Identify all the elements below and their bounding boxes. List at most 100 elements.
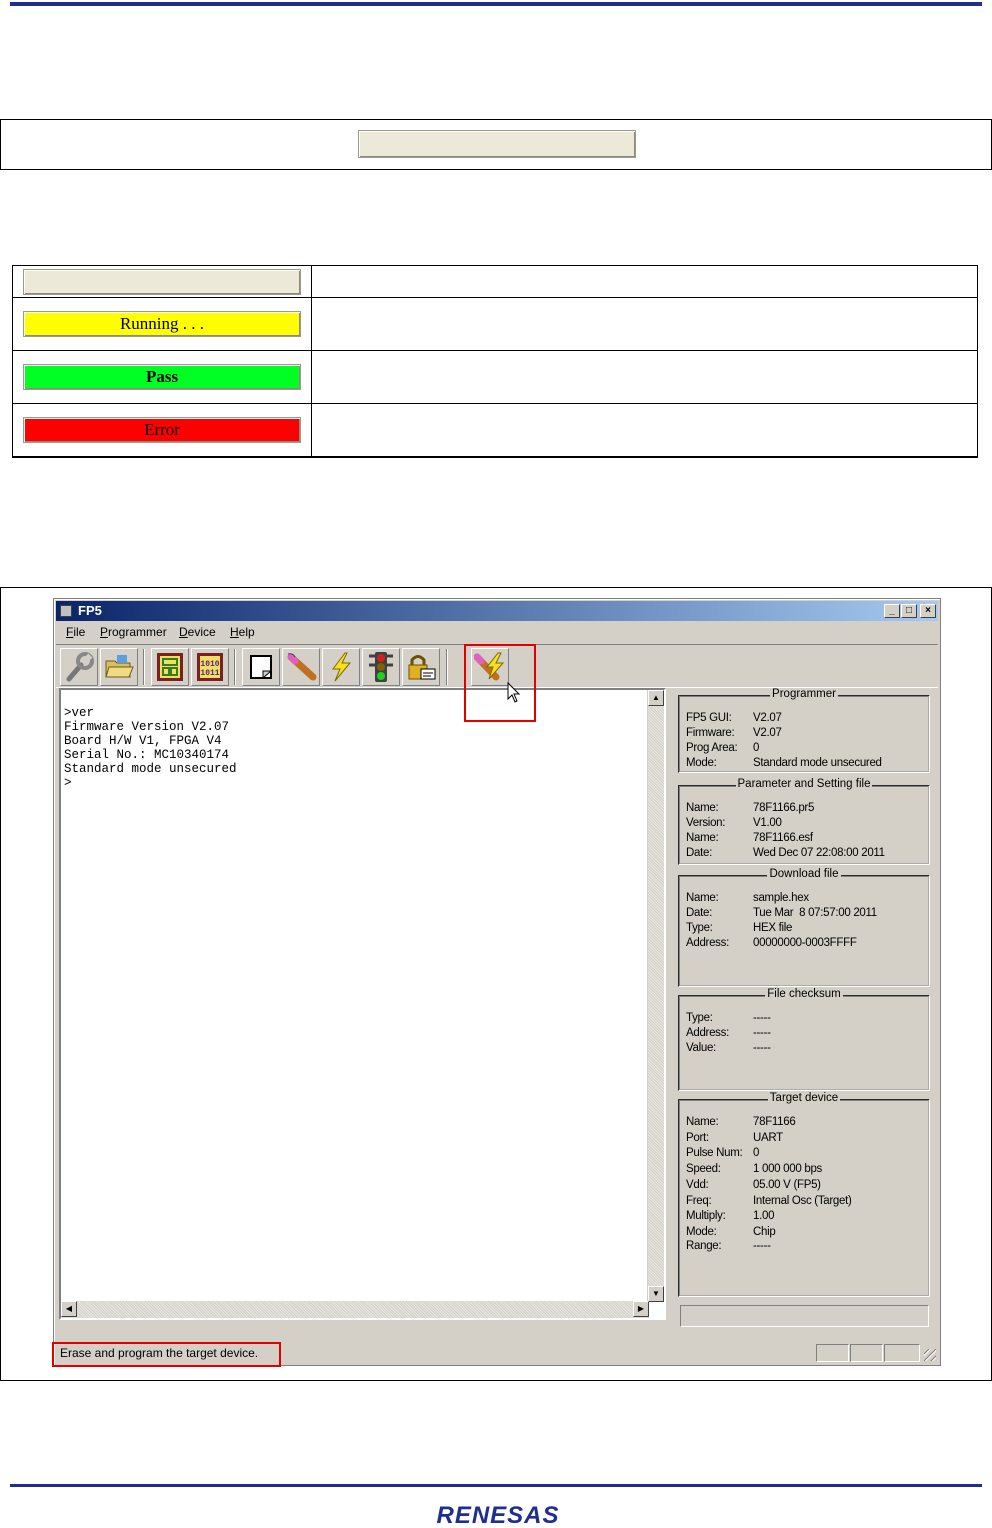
status-cell xyxy=(884,1344,920,1362)
vertical-scrollbar[interactable]: ▲ ▼ xyxy=(647,690,664,1302)
field-value: V2.07 xyxy=(753,727,782,739)
console-line: >ver xyxy=(64,706,95,720)
field-value: 78F1166.pr5 xyxy=(753,802,815,814)
menu-help[interactable]: Help xyxy=(230,625,255,639)
field-value: ----- xyxy=(753,1240,771,1252)
field-value: V2.07 xyxy=(753,712,782,724)
status-swatch-ready xyxy=(23,269,301,295)
field-label: Address: xyxy=(686,1027,729,1039)
minimize-button[interactable]: _ xyxy=(884,604,900,618)
field-label: Firmware: xyxy=(686,727,735,739)
table-row: Running . . . xyxy=(13,298,977,351)
scroll-right-icon[interactable]: ▶ xyxy=(633,1301,649,1317)
column-divider xyxy=(311,266,312,457)
field-value: 05.00 V (FP5) xyxy=(753,1179,821,1191)
programmer-panel: Programmer FP5 GUI: V2.07 Firmware: V2.07 … xyxy=(678,688,930,773)
resize-grip-icon[interactable] xyxy=(924,1349,936,1361)
scroll-down-icon[interactable]: ▼ xyxy=(648,1286,664,1302)
field-value: 0 xyxy=(753,742,760,754)
field-value: sample.hex xyxy=(753,892,809,904)
setup-icon[interactable] xyxy=(60,648,98,686)
menu-device[interactable]: Device xyxy=(179,625,216,639)
console-line: Board H/W V1, FPGA V4 xyxy=(64,734,222,748)
table-row: Error xyxy=(13,404,977,457)
field-value: 1 000 000 bps xyxy=(753,1163,822,1175)
table-row: Pass xyxy=(13,351,977,404)
menu-programmer[interactable]: Programmer xyxy=(100,625,167,639)
read-memory-icon[interactable]: 1010 1011 xyxy=(191,648,229,686)
status-cell xyxy=(816,1344,849,1362)
field-value: 78F1166.esf xyxy=(753,832,813,844)
scroll-left-icon[interactable]: ◀ xyxy=(61,1301,77,1317)
toolbar-separator xyxy=(446,649,448,685)
field-label: Value: xyxy=(686,1042,716,1054)
field-label: Vdd: xyxy=(686,1179,709,1191)
field-value: ----- xyxy=(753,1042,771,1054)
panel-title: Programmer xyxy=(770,688,838,700)
program-icon[interactable] xyxy=(282,648,320,686)
horizontal-scrollbar[interactable]: ◀ ▶ xyxy=(61,1301,649,1318)
panel-title: Target device xyxy=(767,1092,841,1104)
console-line: Firmware Version V2.07 xyxy=(64,720,230,734)
field-label: Range: xyxy=(686,1240,722,1252)
file-checksum-panel: File checksum Type: ----- Address: ----- V… xyxy=(678,988,930,1091)
console-line: Serial No.: MC10340174 xyxy=(64,748,230,762)
field-label: Name: xyxy=(686,892,719,904)
field-label: Name: xyxy=(686,802,719,814)
panel-title: File checksum xyxy=(765,988,843,1000)
console-line: Standard mode unsecured xyxy=(64,762,237,776)
blank-check-icon[interactable] xyxy=(151,648,189,686)
scroll-up-icon[interactable]: ▲ xyxy=(648,690,664,706)
field-value: HEX file xyxy=(753,922,793,934)
status-swatch-pass: Pass xyxy=(23,364,301,390)
highlight-status-text xyxy=(52,1342,281,1367)
field-value: UART xyxy=(753,1132,783,1144)
field-label: Freq: xyxy=(686,1195,712,1207)
progress-indicator xyxy=(680,1305,929,1327)
status-swatch-error: Error xyxy=(23,417,301,443)
logo-text: RENESAS xyxy=(436,1502,559,1528)
security-icon[interactable] xyxy=(362,648,400,686)
open-folder-icon[interactable] xyxy=(100,648,138,686)
field-label: Type: xyxy=(686,1012,713,1024)
field-value: ----- xyxy=(753,1027,771,1039)
field-label: Address: xyxy=(686,937,729,949)
status-bar-figure xyxy=(0,119,992,170)
mouse-pointer-icon xyxy=(507,682,521,703)
window-title: FP5 xyxy=(78,603,102,618)
erase-icon[interactable] xyxy=(242,648,280,686)
maximize-button[interactable]: □ xyxy=(901,604,917,618)
field-label: Date: xyxy=(686,847,712,859)
field-label: Name: xyxy=(686,1116,719,1128)
lock-icon[interactable] xyxy=(402,648,440,686)
field-label: Speed: xyxy=(686,1163,721,1175)
field-label: FP5 GUI: xyxy=(686,712,732,724)
field-value: Chip xyxy=(753,1226,776,1238)
field-label: Version: xyxy=(686,817,726,829)
toolbar-separator xyxy=(143,649,145,685)
table-row xyxy=(13,266,977,298)
status-legend-table: Running . . . Pass Error xyxy=(12,265,978,458)
field-value: 0 xyxy=(753,1147,760,1159)
toolbar-separator xyxy=(234,649,236,685)
console-output[interactable]: >ver Firmware Version V2.07 Board H/W V1… xyxy=(59,688,666,1320)
menu-file[interactable]: File xyxy=(66,625,85,639)
field-value: Standard mode unsecured xyxy=(753,757,882,769)
field-value: 00000000-0003FFFF xyxy=(753,937,857,949)
field-value: Tue Mar 8 07:57:00 2011 xyxy=(753,907,877,919)
field-value: Internal Osc (Target) xyxy=(753,1195,852,1207)
close-button[interactable]: × xyxy=(920,604,936,618)
target-device-panel: Target device Name: 78F1166 Port: UART Pul… xyxy=(678,1092,930,1297)
field-label: Multiply: xyxy=(686,1210,726,1222)
highlight-autoprocedure-button xyxy=(464,644,536,722)
status-cell xyxy=(850,1344,883,1362)
field-value: ----- xyxy=(753,1012,771,1024)
field-value: 78F1166 xyxy=(753,1116,796,1128)
field-label: Pulse Num: xyxy=(686,1147,743,1159)
title-bar[interactable]: FP5 _ □ × xyxy=(56,601,938,621)
verify-icon[interactable] xyxy=(322,648,360,686)
status-swatch-running: Running . . . xyxy=(23,311,301,337)
field-label: Mode: xyxy=(686,757,717,769)
field-label: Port: xyxy=(686,1132,709,1144)
footer-rule xyxy=(10,1484,982,1487)
